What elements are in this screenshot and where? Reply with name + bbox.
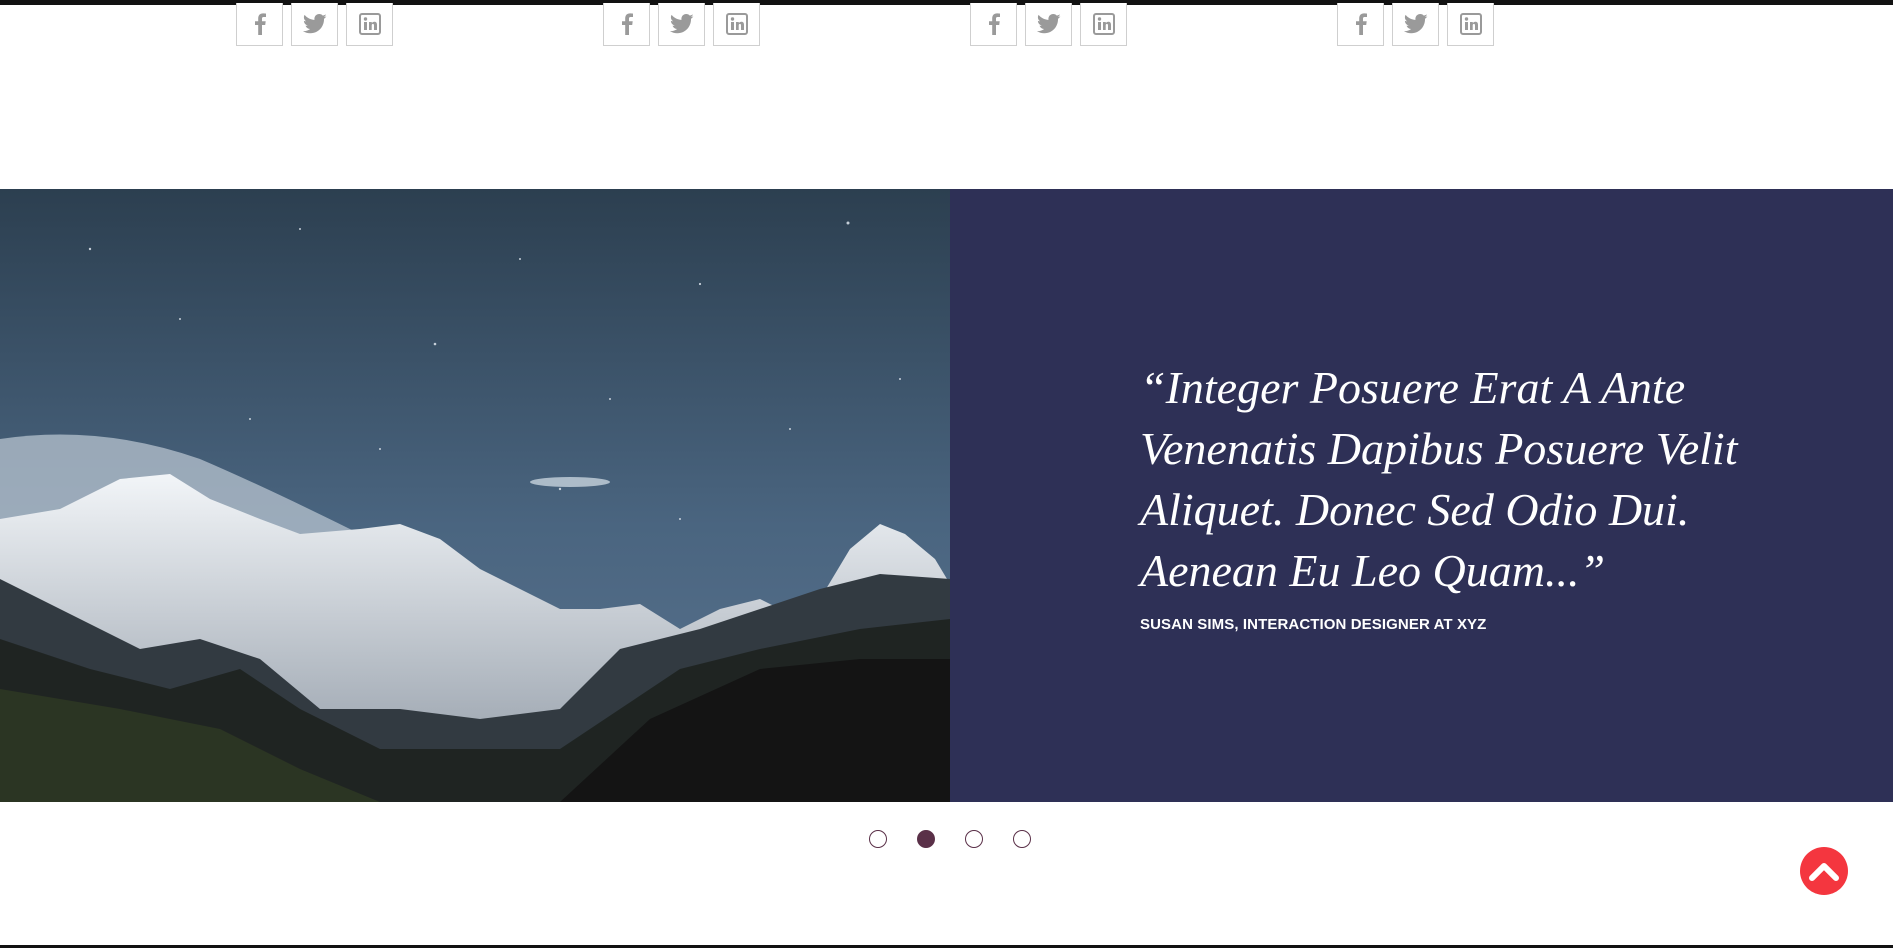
mountain-night-photo: [0, 189, 950, 802]
linkedin-button[interactable]: [713, 3, 760, 46]
testimonial-author: SUSAN SIMS, INTERACTION DESIGNER AT XYZ: [1140, 616, 1487, 633]
twitter-icon: [302, 14, 327, 34]
twitter-button[interactable]: [291, 3, 338, 46]
facebook-icon: [988, 13, 1000, 35]
social-links-group-3: [970, 3, 1127, 46]
twitter-button[interactable]: [1025, 3, 1072, 46]
carousel-pagination: [869, 830, 1031, 848]
quote-panel: “Integer Posuere Erat A Ante Venenatis D…: [950, 189, 1893, 802]
linkedin-icon: [1092, 13, 1115, 35]
facebook-icon: [621, 13, 633, 35]
twitter-icon: [1403, 14, 1428, 34]
carousel-dot-4[interactable]: [1013, 830, 1031, 848]
twitter-icon: [669, 14, 694, 34]
linkedin-button[interactable]: [1447, 3, 1494, 46]
social-links-group-1: [236, 3, 393, 46]
facebook-icon: [1355, 13, 1367, 35]
facebook-icon: [254, 13, 266, 35]
facebook-button[interactable]: [603, 3, 650, 46]
linkedin-icon: [1459, 13, 1482, 35]
linkedin-button[interactable]: [346, 3, 393, 46]
twitter-icon: [1036, 14, 1061, 34]
chevron-up-icon: [1809, 863, 1839, 881]
carousel-dot-3[interactable]: [965, 830, 983, 848]
linkedin-icon: [725, 13, 748, 35]
facebook-button[interactable]: [236, 3, 283, 46]
testimonial-quote: “Integer Posuere Erat A Ante Venenatis D…: [1140, 362, 1738, 596]
carousel-dot-1[interactable]: [869, 830, 887, 848]
social-links-group-4: [1337, 3, 1494, 46]
twitter-button[interactable]: [658, 3, 705, 46]
page: “Integer Posuere Erat A Ante Venenatis D…: [0, 0, 1893, 948]
linkedin-button[interactable]: [1080, 3, 1127, 46]
carousel-dot-2[interactable]: [917, 830, 935, 848]
scroll-to-top-button[interactable]: [1800, 847, 1848, 895]
social-links-group-2: [603, 3, 760, 46]
twitter-button[interactable]: [1392, 3, 1439, 46]
linkedin-icon: [358, 13, 381, 35]
facebook-button[interactable]: [970, 3, 1017, 46]
testimonial-slide: “Integer Posuere Erat A Ante Venenatis D…: [0, 189, 1893, 802]
facebook-button[interactable]: [1337, 3, 1384, 46]
